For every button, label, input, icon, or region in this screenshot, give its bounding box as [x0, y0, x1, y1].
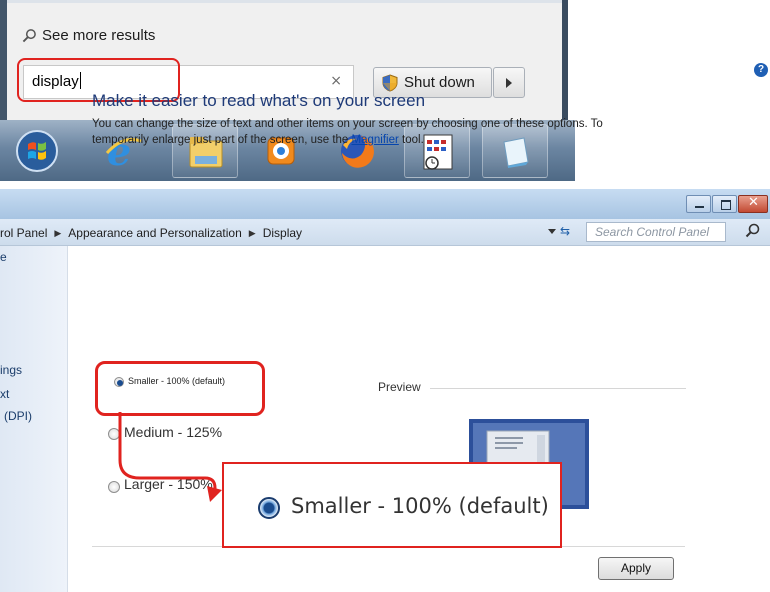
- sidebar-item-fragment[interactable]: e: [0, 250, 7, 264]
- see-more-results-label: See more results: [42, 26, 156, 44]
- description-line-2-start: temporarily enlarge just part of the scr…: [92, 134, 352, 146]
- address-bar: rol Panel ▶ Appearance and Personalizati…: [0, 219, 770, 246]
- preview-divider: [430, 388, 686, 389]
- caption-buttons: [685, 195, 768, 215]
- apply-button[interactable]: Apply: [598, 557, 674, 580]
- shut-down-options-arrow[interactable]: [493, 67, 525, 98]
- shield-icon: [382, 73, 398, 92]
- windows-orb-icon: [16, 130, 58, 172]
- sidebar-item-fragment[interactable]: ings: [0, 363, 22, 377]
- search-icon: [22, 28, 36, 42]
- zoom-callout-label: Smaller - 100% (default): [291, 494, 549, 518]
- zoom-radio-selected-icon: [258, 497, 280, 519]
- search-placeholder: Search Control Panel: [595, 225, 710, 239]
- close-button[interactable]: [738, 195, 768, 213]
- maximize-button[interactable]: [712, 195, 737, 213]
- description-line-2-end: tool.: [398, 134, 424, 146]
- breadcrumb: rol Panel ▶ Appearance and Personalizati…: [0, 224, 302, 242]
- sidebar-item-fragment[interactable]: xt: [0, 387, 9, 401]
- breadcrumb-control-panel[interactable]: rol Panel: [0, 226, 47, 240]
- shut-down-label: Shut down: [404, 74, 475, 91]
- see-more-results-link[interactable]: See more results: [22, 24, 155, 46]
- left-navigation-pane: e ings xt (DPI): [0, 246, 68, 592]
- minimize-button[interactable]: [686, 195, 711, 213]
- option-highlight-box: [95, 361, 265, 416]
- sidebar-item-fragment[interactable]: (DPI): [4, 409, 32, 423]
- refresh-icon[interactable]: ⇆: [560, 224, 570, 238]
- address-dropdown-icon[interactable]: [548, 229, 556, 234]
- start-button[interactable]: [5, 124, 71, 178]
- search-icon[interactable]: [744, 222, 762, 240]
- control-panel-search-input[interactable]: Search Control Panel: [586, 222, 726, 242]
- breadcrumb-separator-icon[interactable]: ▶: [54, 228, 61, 239]
- clear-search-button[interactable]: ×: [330, 73, 342, 89]
- breadcrumb-appearance[interactable]: Appearance and Personalization: [68, 226, 241, 240]
- page-description: You can change the size of text and othe…: [92, 116, 652, 148]
- description-line-1: You can change the size of text and othe…: [92, 118, 603, 130]
- help-icon[interactable]: ?: [754, 63, 768, 77]
- magnifier-link[interactable]: Magnifier: [352, 134, 399, 146]
- breadcrumb-separator-icon[interactable]: ▶: [249, 228, 256, 239]
- window-titlebar[interactable]: [0, 189, 770, 219]
- page-title: Make it easier to read what's on your sc…: [92, 91, 426, 110]
- description-line-2: temporarily enlarge just part of the scr…: [92, 132, 652, 148]
- breadcrumb-display[interactable]: Display: [263, 226, 302, 240]
- preview-label: Preview: [378, 380, 421, 394]
